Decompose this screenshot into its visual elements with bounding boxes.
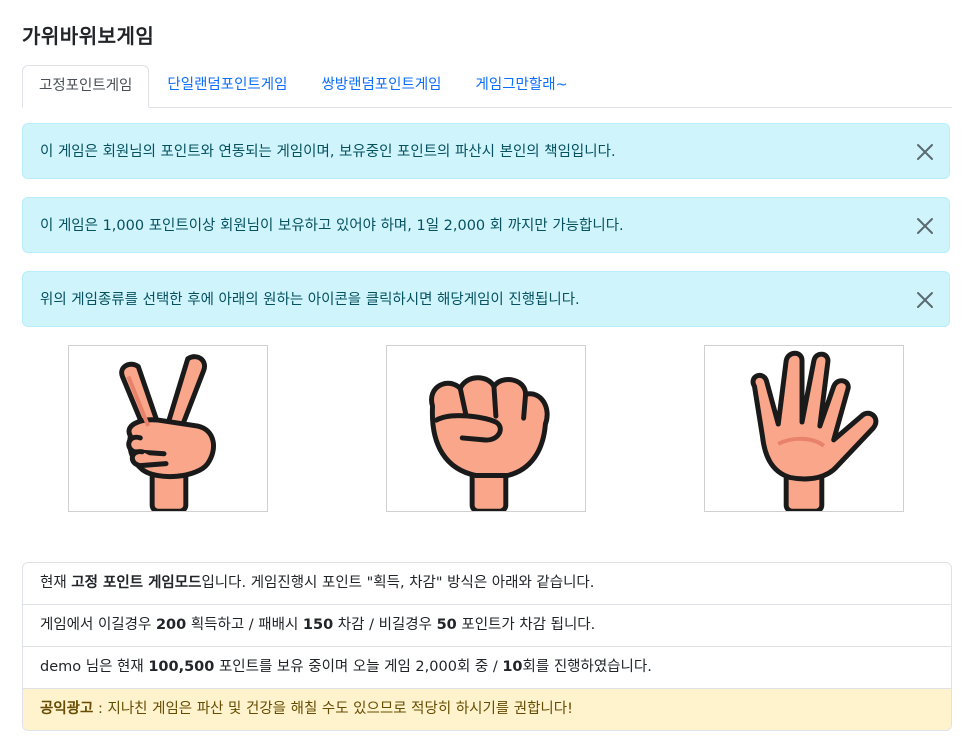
ad-label: 공익광고 — [40, 701, 94, 717]
win-points: 200 — [155, 617, 187, 633]
alert-text: 위의 게임종류를 선택한 후에 아래의 원하는 아이콘을 클릭하시면 해당게임이… — [40, 292, 580, 308]
paper-hand-icon — [750, 350, 879, 511]
info-text: 차감 / 비길경우 — [333, 617, 437, 633]
info-text: 입니다. 게임진행시 포인트 "획득, 차감" 방식은 아래와 같습니다. — [201, 575, 595, 591]
game-info-panel: 현재 고정 포인트 게임모드입니다. 게임진행시 포인트 "획득, 차감" 방식… — [22, 562, 952, 731]
public-service-ad-row: 공익광고 : 지나친 게임은 파산 및 건강을 해칠 수도 있으므로 적당히 하… — [23, 689, 951, 730]
games-played-count: 10 — [502, 659, 523, 675]
info-points-rule-row: 게임에서 이길경우 200 획득하고 / 패배시 150 차감 / 비길경우 5… — [23, 605, 951, 647]
scissors-hand-icon — [119, 354, 216, 511]
game-mode-label: 고정 포인트 게임모드 — [71, 575, 202, 591]
tab-mutual-random-point-game[interactable]: 쌍방랜덤포인트게임 — [305, 65, 457, 106]
game-tabs: 고정포인트게임 단일랜덤포인트게임 쌍방랜덤포인트게임 게임그만할래~ — [22, 65, 952, 108]
tab-fixed-point-game[interactable]: 고정포인트게임 — [22, 65, 150, 108]
alert-text: 이 게임은 회원님의 포인트와 연동되는 게임이며, 보유중인 포인트의 파산시… — [40, 144, 616, 160]
info-text: demo 님은 현재 — [40, 659, 149, 675]
info-text: 획득하고 / 패배시 — [186, 617, 303, 633]
tab-quit-game[interactable]: 게임그만할래~ — [460, 65, 584, 106]
info-text: 포인트를 보유 중이며 오늘 게임 2,000회 중 / — [214, 659, 503, 675]
paper-choice-button[interactable] — [704, 345, 904, 512]
close-icon[interactable] — [915, 142, 935, 162]
info-text: 현재 — [40, 575, 72, 591]
scissors-choice-button[interactable] — [68, 345, 268, 512]
user-points: 100,500 — [148, 659, 215, 675]
rock-choice-button[interactable] — [386, 345, 586, 512]
info-text: 게임에서 이길경우 — [40, 617, 156, 633]
lose-points: 150 — [302, 617, 334, 633]
info-mode-row: 현재 고정 포인트 게임모드입니다. 게임진행시 포인트 "획득, 차감" 방식… — [23, 563, 951, 605]
alert-how-to-play: 위의 게임종류를 선택한 후에 아래의 원하는 아이콘을 클릭하시면 해당게임이… — [22, 271, 950, 327]
tab-single-random-point-game[interactable]: 단일랜덤포인트게임 — [151, 65, 303, 106]
info-text: 회를 진행하였습니다. — [522, 659, 652, 675]
close-icon[interactable] — [915, 216, 935, 236]
page-title: 가위바위보게임 — [22, 24, 155, 48]
draw-points: 50 — [436, 617, 457, 633]
alert-text: 이 게임은 1,000 포인트이상 회원님이 보유하고 있어야 하며, 1일 2… — [40, 218, 624, 234]
info-user-status-row: demo 님은 현재 100,500 포인트를 보유 중이며 오늘 게임 2,0… — [23, 647, 951, 689]
info-text: 포인트가 차감 됩니다. — [456, 617, 596, 633]
alert-point-requirement: 이 게임은 1,000 포인트이상 회원님이 보유하고 있어야 하며, 1일 2… — [22, 197, 950, 253]
close-icon[interactable] — [915, 290, 935, 310]
alert-bankruptcy-notice: 이 게임은 회원님의 포인트와 연동되는 게임이며, 보유중인 포인트의 파산시… — [22, 123, 950, 179]
rock-fist-icon — [429, 375, 550, 511]
ad-text: : 지나친 게임은 파산 및 건강을 해칠 수도 있으므로 적당히 하시기를 권… — [93, 701, 573, 717]
